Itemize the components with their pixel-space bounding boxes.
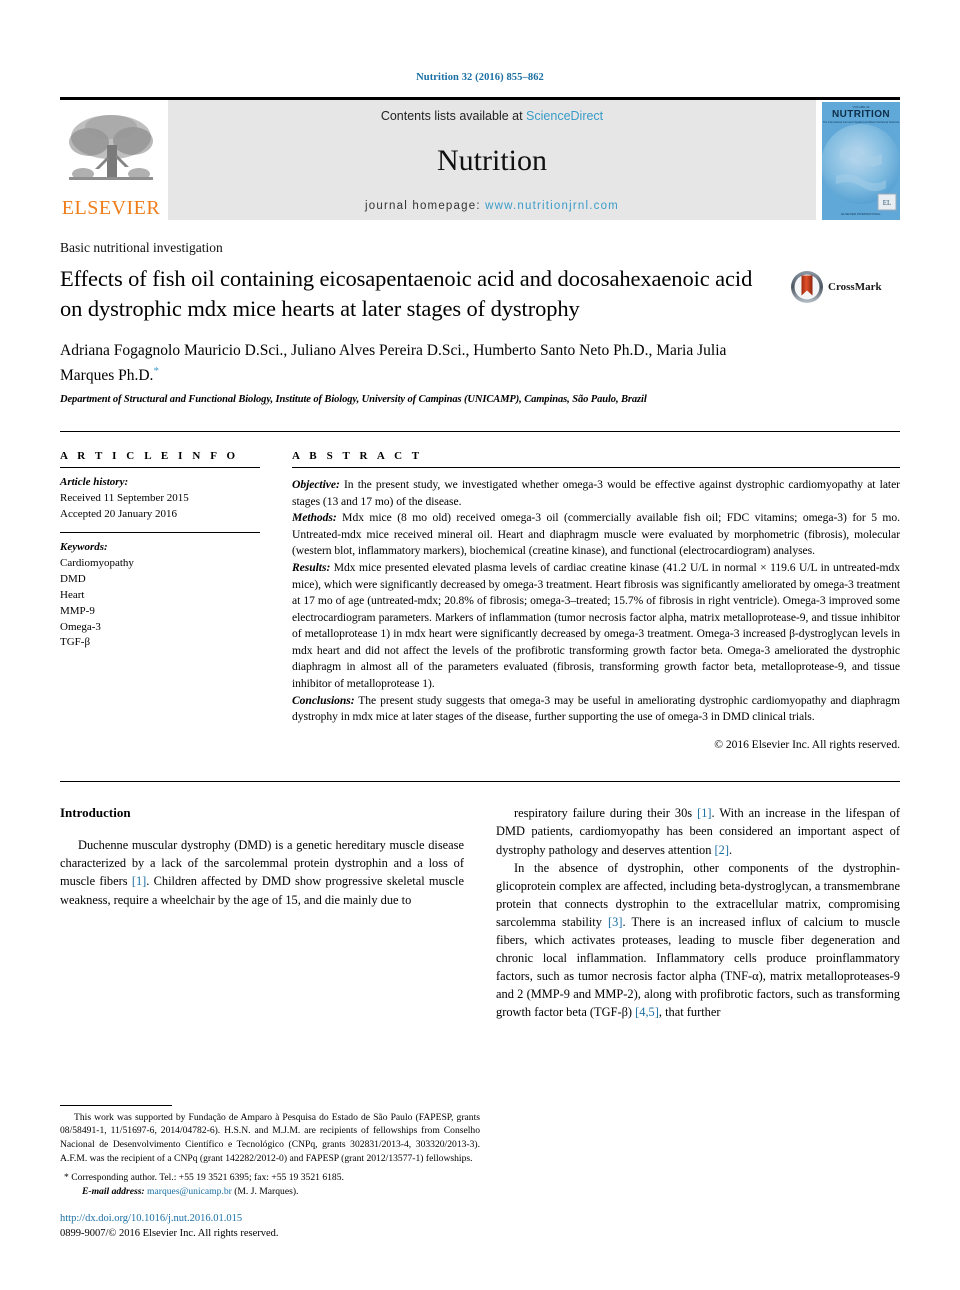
contents-lists-line: Contents lists available at ScienceDirec… bbox=[381, 109, 603, 123]
abstract-results-label: Results: bbox=[292, 560, 331, 574]
author-names: Adriana Fogagnolo Mauricio D.Sci., Julia… bbox=[60, 342, 727, 384]
abstract-methods: Methods: Mdx mice (8 mo old) received om… bbox=[292, 510, 900, 560]
elsevier-logo: ELSEVIER bbox=[60, 100, 162, 220]
journal-cover-thumbnail: VOLUME 32 NUTRITION The International Jo… bbox=[821, 102, 901, 225]
keyword-item: MMP-9 bbox=[60, 604, 95, 617]
abstract-results-text: Mdx mice presented elevated plasma level… bbox=[292, 560, 900, 690]
doi-link[interactable]: http://dx.doi.org/10.1016/j.nut.2016.01.… bbox=[60, 1211, 480, 1227]
journal-title: Nutrition bbox=[437, 143, 547, 177]
article-info-heading: A R T I C L E I N F O bbox=[60, 432, 260, 469]
journal-masthead: ELSEVIER Contents lists available at Sci… bbox=[60, 97, 901, 220]
journal-cover-image: VOLUME 32 NUTRITION The International Jo… bbox=[821, 102, 901, 220]
journal-homepage-link[interactable]: www.nutritionjrnl.com bbox=[485, 200, 619, 212]
crossmark-icon bbox=[791, 271, 823, 303]
crossmark-label: CrossMark bbox=[828, 281, 882, 293]
email-suffix: (M. J. Marques). bbox=[231, 1185, 299, 1197]
article-history-group: Article history: Received 11 September 2… bbox=[60, 468, 260, 533]
article-section-kicker: Basic nutritional investigation bbox=[60, 240, 223, 255]
svg-text:ELSEVIER INTERNATIONAL: ELSEVIER INTERNATIONAL bbox=[841, 212, 881, 216]
article-history-accepted: Accepted 20 January 2016 bbox=[60, 507, 177, 520]
abstract-results: Results: Mdx mice presented elevated pla… bbox=[292, 560, 900, 693]
keyword-item: Omega-3 bbox=[60, 620, 101, 633]
doi-block: http://dx.doi.org/10.1016/j.nut.2016.01.… bbox=[60, 1211, 480, 1243]
email-link[interactable]: marques@unicamp.br bbox=[147, 1186, 232, 1197]
citation-ref[interactable]: [3] bbox=[608, 915, 622, 929]
intro-paragraph-right-1: respiratory failure during their 30s [1]… bbox=[496, 804, 900, 858]
abstract-conclusions: Conclusions: The present study suggests … bbox=[292, 693, 900, 726]
author-list: Adriana Fogagnolo Mauricio D.Sci., Julia… bbox=[60, 339, 778, 387]
corresponding-author-marker: * bbox=[153, 364, 159, 377]
keywords-group: Keywords: Cardiomyopathy DMD Heart MMP-9… bbox=[60, 533, 260, 661]
homepage-prefix: journal homepage: bbox=[365, 200, 486, 212]
svg-text:NUTRITION: NUTRITION bbox=[832, 109, 890, 120]
abstract-column: A B S T R A C T Objective: In the presen… bbox=[292, 432, 900, 753]
article-page: Nutrition 32 (2016) 855–862 ELSEVIER Con… bbox=[0, 0, 960, 1290]
article-header: Effects of fish oil containing eicosapen… bbox=[60, 264, 900, 405]
intro-paragraph-right-2: In the absence of dystrophin, other comp… bbox=[496, 859, 900, 1022]
elsevier-tree-icon bbox=[69, 115, 153, 180]
running-head: Nutrition 32 (2016) 855–862 bbox=[416, 72, 544, 83]
crossmark-badge[interactable]: CrossMark bbox=[790, 270, 900, 304]
keywords-label: Keywords: bbox=[60, 540, 108, 553]
svg-text:EL: EL bbox=[883, 199, 892, 207]
article-info-column: A R T I C L E I N F O Article history: R… bbox=[60, 432, 292, 753]
article-history-received: Received 11 September 2015 bbox=[60, 491, 189, 504]
abstract-conclusions-label: Conclusions: bbox=[292, 693, 355, 707]
body-divider bbox=[60, 781, 900, 783]
keyword-item: Cardiomyopathy bbox=[60, 556, 134, 569]
intro-right2-text-c: , that further bbox=[658, 1005, 721, 1020]
email-footnote: E-mail address: marques@unicamp.br (M. J… bbox=[60, 1185, 480, 1199]
keyword-item: Heart bbox=[60, 588, 85, 601]
page-title: Effects of fish oil containing eicosapen… bbox=[60, 266, 753, 321]
citation-ref[interactable]: [1] bbox=[132, 874, 146, 888]
abstract-methods-text: Mdx mice (8 mo old) received omega-3 oil… bbox=[292, 511, 900, 558]
info-abstract-block: A R T I C L E I N F O Article history: R… bbox=[60, 431, 900, 753]
elsevier-wordmark: ELSEVIER bbox=[61, 197, 161, 219]
corresponding-author-footnote: * Corresponding author. Tel.: +55 19 352… bbox=[64, 1172, 344, 1184]
body-column-right: respiratory failure during their 30s [1]… bbox=[496, 804, 900, 1021]
abstract-conclusions-text: The present study suggests that omega-3 … bbox=[292, 693, 900, 724]
keyword-item: TGF-β bbox=[60, 636, 91, 649]
footnote-rule bbox=[60, 1104, 172, 1106]
citation-ref[interactable]: [1] bbox=[697, 806, 711, 820]
abstract-text: Objective: In the present study, we inve… bbox=[292, 468, 900, 753]
keyword-item: DMD bbox=[60, 572, 86, 585]
email-label: E-mail address: bbox=[82, 1185, 145, 1197]
intro-right-text-c: . bbox=[728, 842, 733, 857]
intro-paragraph-left: Duchenne muscular dystrophy (DMD) is a g… bbox=[60, 836, 464, 908]
introduction-heading: Introduction bbox=[60, 805, 131, 821]
title-and-authors: Effects of fish oil containing eicosapen… bbox=[60, 264, 790, 405]
intro-right2-text-b: . There is an increased influx of calciu… bbox=[496, 914, 900, 1020]
abstract-copyright: © 2016 Elsevier Inc. All rights reserved… bbox=[714, 737, 900, 751]
abstract-objective-label: Objective: bbox=[292, 478, 340, 492]
sciencedirect-link[interactable]: ScienceDirect bbox=[526, 109, 603, 123]
body-columns: Introduction Duchenne muscular dystrophy… bbox=[60, 804, 900, 1021]
svg-text:The International Journal of A: The International Journal of Applied and… bbox=[823, 120, 900, 124]
affiliation: Department of Structural and Functional … bbox=[60, 394, 647, 406]
body-column-left: Introduction Duchenne muscular dystrophy… bbox=[60, 804, 464, 1021]
article-history-label: Article history: bbox=[60, 476, 129, 489]
intro-right-text-a: respiratory failure during their 30s bbox=[514, 806, 698, 821]
citation-ref[interactable]: [4,5] bbox=[635, 1005, 659, 1019]
abstract-objective: Objective: In the present study, we inve… bbox=[292, 477, 900, 510]
issn-copyright-line: 0899-9007/© 2016 Elsevier Inc. All right… bbox=[60, 1228, 279, 1240]
citation-ref[interactable]: [2] bbox=[715, 843, 729, 857]
funding-footnote: This work was supported by Fundação de A… bbox=[60, 1111, 480, 1164]
masthead-center-panel: Contents lists available at ScienceDirec… bbox=[168, 100, 816, 220]
abstract-objective-text: In the present study, we investigated wh… bbox=[292, 478, 900, 508]
contents-prefix: Contents lists available at bbox=[380, 109, 527, 123]
abstract-methods-label: Methods: bbox=[292, 511, 337, 525]
abstract-heading: A B S T R A C T bbox=[292, 432, 900, 469]
footnote-area: This work was supported by Fundação de A… bbox=[60, 1104, 480, 1243]
journal-homepage-line: journal homepage: www.nutritionjrnl.com bbox=[365, 200, 619, 212]
